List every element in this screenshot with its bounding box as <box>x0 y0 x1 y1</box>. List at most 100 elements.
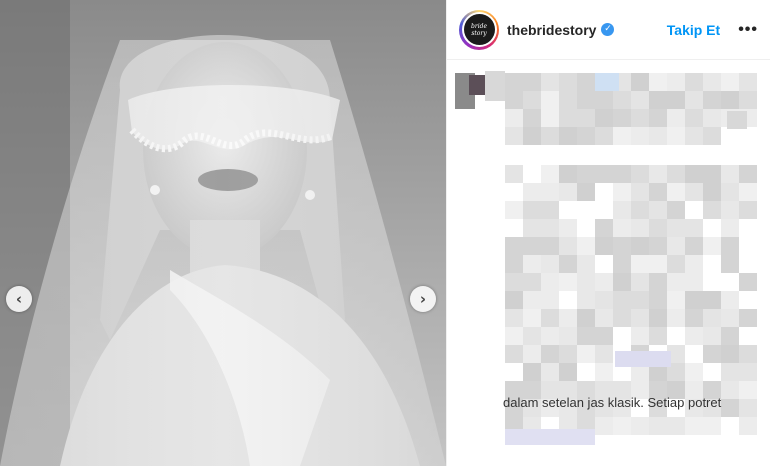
pixel-block <box>631 255 649 273</box>
pixel-block <box>667 273 685 291</box>
pixel-block <box>595 309 613 327</box>
pixel-block <box>505 127 523 145</box>
pixel-block <box>523 73 541 91</box>
chevron-left-icon: ‹ <box>15 289 23 308</box>
pixel-block <box>541 165 559 183</box>
pixel-block <box>649 273 667 291</box>
pixel-block <box>703 127 721 145</box>
pixel-block <box>739 165 757 183</box>
post-header: bride story thebridestory ✓ Takip Et ••• <box>447 0 770 60</box>
pixel-block <box>577 255 595 273</box>
more-options-icon[interactable]: ••• <box>738 21 758 39</box>
pixel-block <box>703 91 721 109</box>
pixel-block <box>631 327 649 345</box>
pixel-block <box>595 291 613 309</box>
pixel-block <box>505 201 523 219</box>
pixel-block <box>523 363 541 381</box>
pixel-block <box>649 127 667 145</box>
pixel-block <box>577 327 595 345</box>
pixel-block <box>631 201 649 219</box>
pixel-block <box>721 327 739 345</box>
pixel-block <box>541 345 559 363</box>
pixel-block <box>739 345 757 363</box>
pixel-block <box>523 255 541 273</box>
pixel-block <box>505 255 523 273</box>
pixel-block <box>649 291 667 309</box>
pixel-block <box>559 109 577 127</box>
pixel-block <box>577 91 595 109</box>
bride-photo-illustration <box>0 0 446 466</box>
pixel-block <box>685 165 703 183</box>
post-photo[interactable]: ‹ › <box>0 0 446 466</box>
instagram-post: ‹ › bride story thebridestory ✓ Takip Et… <box>0 0 770 466</box>
pixel-block <box>505 165 523 183</box>
pixel-block <box>631 237 649 255</box>
pixel-block <box>739 309 757 327</box>
pixel-block <box>595 273 613 291</box>
pixel-block <box>703 201 721 219</box>
previous-photo-button[interactable]: ‹ <box>6 286 32 312</box>
pixel-block <box>739 273 757 291</box>
pixel-block <box>541 127 559 145</box>
pixel-block <box>721 183 739 201</box>
pixel-block <box>685 273 703 291</box>
pixel-block <box>559 327 577 345</box>
pixel-block <box>559 127 577 145</box>
pixel-block <box>523 327 541 345</box>
pixel-block <box>721 201 739 219</box>
pixel-block <box>541 363 559 381</box>
pixel-block <box>505 345 523 363</box>
pixel-block <box>523 273 541 291</box>
pixel-block <box>703 309 721 327</box>
pixel-block <box>523 183 541 201</box>
pixel-block <box>667 201 685 219</box>
chevron-right-icon: › <box>419 289 427 308</box>
pixel-block <box>523 237 541 255</box>
pixel-block <box>613 165 631 183</box>
pixel-block <box>685 109 703 127</box>
pixel-block <box>631 165 649 183</box>
pixel-block <box>685 127 703 145</box>
pixel-block <box>631 109 649 127</box>
pixel-block <box>667 237 685 255</box>
pixel-block <box>649 237 667 255</box>
pixel-block <box>649 73 667 91</box>
follow-button[interactable]: Takip Et <box>667 22 720 38</box>
pixel-block <box>721 237 739 255</box>
pixel-block <box>667 109 685 127</box>
pixel-block <box>613 201 631 219</box>
pixel-block <box>721 73 739 91</box>
pixel-block <box>667 291 685 309</box>
pixel-block <box>667 127 685 145</box>
pixel-block <box>613 417 631 435</box>
pixel-block <box>595 237 613 255</box>
pixel-block <box>559 73 577 91</box>
pixel-block <box>703 183 721 201</box>
pixel-block <box>739 363 757 381</box>
pixel-block <box>721 381 739 399</box>
pixel-block <box>739 417 757 435</box>
pixel-block <box>703 237 721 255</box>
pixel-block <box>559 345 577 363</box>
story-ring[interactable]: bride story <box>459 9 499 50</box>
pixel-block <box>739 399 757 417</box>
pixel-block <box>613 291 631 309</box>
pixel-block <box>613 127 631 145</box>
pixel-block <box>595 417 613 435</box>
pixel-block <box>613 273 631 291</box>
pixel-block <box>577 165 595 183</box>
pixel-block <box>631 417 649 435</box>
pixel-block <box>613 219 631 237</box>
pixel-block <box>631 183 649 201</box>
pixel-block <box>559 91 577 109</box>
username-link[interactable]: thebridestory <box>507 22 596 38</box>
pixel-block <box>505 309 523 327</box>
pixel-block <box>577 183 595 201</box>
next-photo-button[interactable]: › <box>410 286 436 312</box>
pixel-block <box>667 255 685 273</box>
pixel-block <box>505 291 523 309</box>
pixel-block <box>685 363 703 381</box>
pixel-block <box>559 309 577 327</box>
pixel-block <box>595 363 613 381</box>
pixel-block <box>613 237 631 255</box>
